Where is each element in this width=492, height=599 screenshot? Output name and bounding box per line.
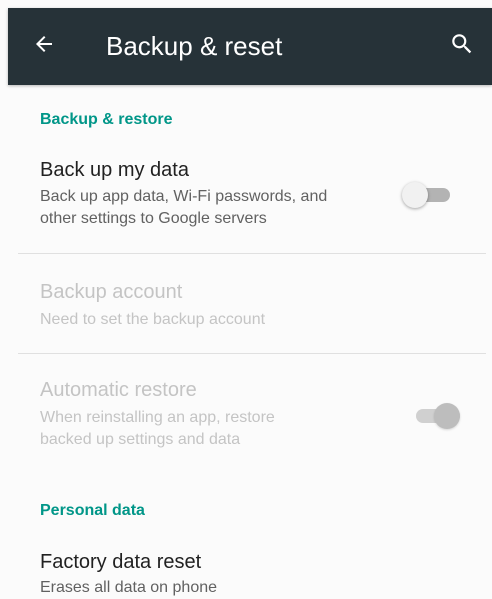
backup-reset-screen: Backup & reset Backup & restore Back up … <box>0 0 492 599</box>
pref-title: Backup account <box>40 281 183 303</box>
arrow-back-icon <box>32 32 56 61</box>
divider <box>18 353 486 354</box>
search-button[interactable] <box>444 28 480 64</box>
pref-summary: Need to set the backup account <box>40 311 266 328</box>
app-toolbar: Backup & reset <box>8 8 492 85</box>
pref-summary-line-1: When reinstalling an app, restore <box>40 409 275 426</box>
section-header-backup-restore: Backup & restore <box>40 111 173 128</box>
back-button[interactable] <box>26 28 62 64</box>
pref-factory-data-reset[interactable]: Factory data reset Erases all data on ph… <box>0 542 492 599</box>
pref-summary-line-2: backed up settings and data <box>40 431 241 448</box>
pref-title: Back up my data <box>40 159 189 181</box>
switch-thumb <box>402 182 428 208</box>
divider <box>18 253 486 254</box>
pref-summary-line-1: Back up app data, Wi-Fi passwords, and <box>40 188 328 205</box>
pref-backup-account[interactable]: Backup account Need to set the backup ac… <box>0 274 492 344</box>
automatic-restore-switch[interactable] <box>412 401 464 431</box>
search-icon <box>449 31 475 62</box>
pref-automatic-restore[interactable]: Automatic restore When reinstalling an a… <box>0 374 492 464</box>
pref-title: Automatic restore <box>40 379 197 401</box>
back-up-my-data-switch[interactable] <box>402 180 454 210</box>
page-title: Backup & reset <box>106 31 283 61</box>
section-header-personal-data: Personal data <box>40 502 145 519</box>
pref-title: Factory data reset <box>40 551 202 573</box>
pref-summary: Erases all data on phone <box>40 579 218 596</box>
switch-thumb <box>434 403 460 429</box>
pref-summary-line-2: other settings to Google servers <box>40 210 267 227</box>
pref-back-up-my-data[interactable]: Back up my data Back up app data, Wi-Fi … <box>0 150 492 250</box>
